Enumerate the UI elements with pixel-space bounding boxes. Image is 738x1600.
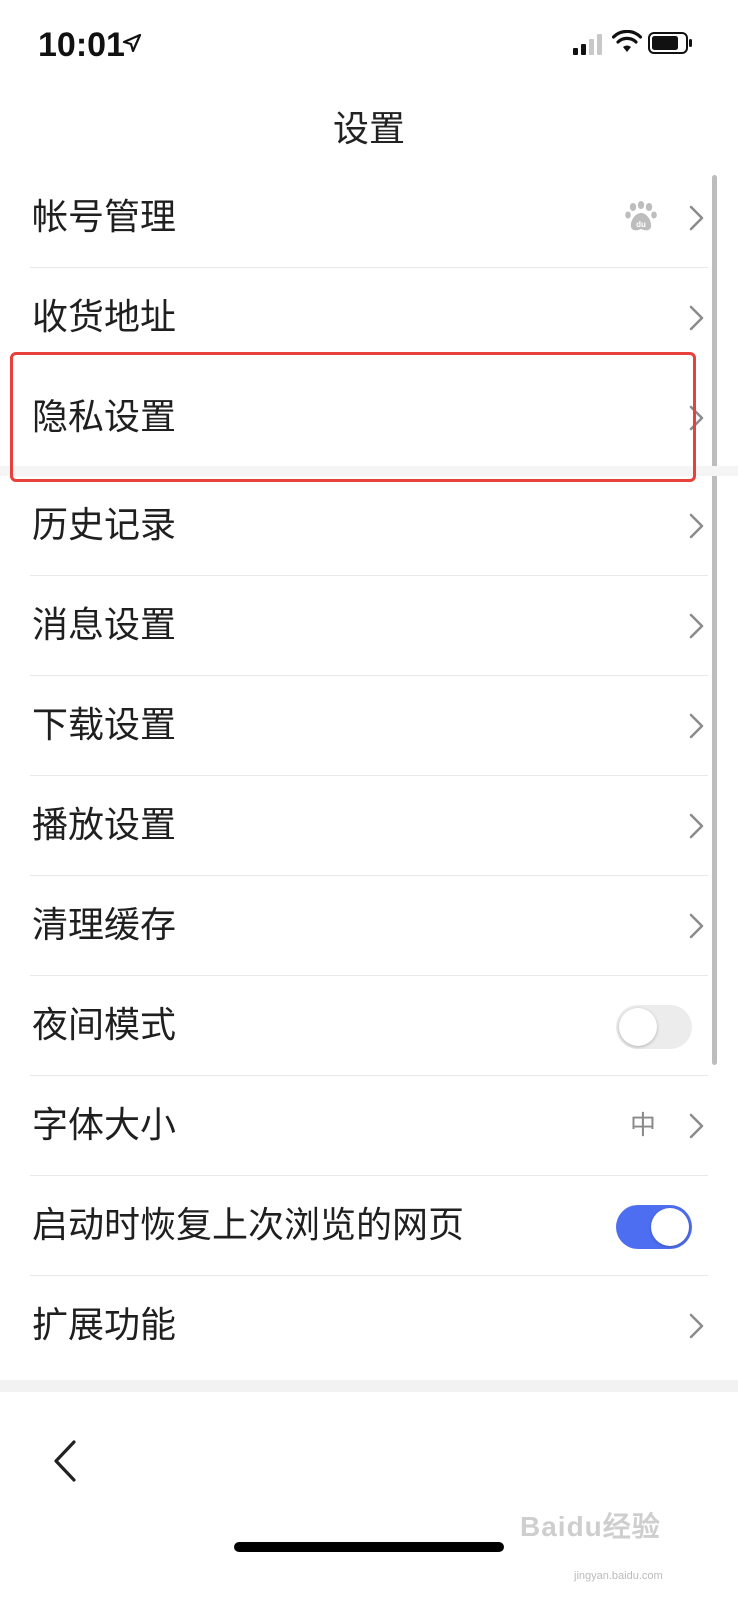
chevron-right-icon	[689, 613, 704, 639]
settings-item-night-mode: 夜间模式	[0, 976, 738, 1076]
battery-icon	[648, 32, 692, 54]
settings-item-download[interactable]: 下载设置	[0, 676, 738, 776]
chevron-right-icon	[689, 913, 704, 939]
wifi-icon	[612, 30, 642, 52]
bottom-toolbar	[0, 1392, 738, 1600]
back-chevron-icon[interactable]	[44, 1436, 84, 1486]
settings-item-label: 字体大小	[32, 1105, 177, 1146]
restore-pages-toggle[interactable]	[616, 1205, 692, 1249]
settings-item-label: 下载设置	[32, 705, 177, 746]
settings-item-restore-pages: 启动时恢复上次浏览的网页	[0, 1176, 738, 1276]
chevron-right-icon	[689, 205, 704, 231]
settings-item-label: 消息设置	[32, 605, 177, 646]
cellular-signal-icon	[573, 34, 602, 55]
settings-item-label: 收货地址	[32, 297, 177, 338]
baidu-paw-icon: du	[625, 201, 657, 231]
toggle-knob	[619, 1008, 657, 1046]
chevron-right-icon	[689, 1313, 704, 1339]
chevron-right-icon	[689, 813, 704, 839]
section-gap	[0, 466, 738, 476]
settings-item-history[interactable]: 历史记录	[0, 476, 738, 576]
page-title: 设置	[332, 109, 405, 150]
location-arrow-icon	[122, 33, 142, 53]
font-size-value: 中	[629, 1111, 656, 1141]
status-time: 10:01	[38, 26, 125, 64]
settings-item-privacy[interactable]: 隐私设置	[0, 368, 738, 468]
home-indicator[interactable]	[234, 1542, 504, 1552]
settings-item-label: 历史记录	[32, 505, 177, 546]
settings-item-label: 播放设置	[32, 805, 177, 846]
settings-item-cache[interactable]: 清理缓存	[0, 876, 738, 976]
chevron-right-icon	[689, 1113, 704, 1139]
settings-item-label: 夜间模式	[32, 1005, 177, 1046]
settings-item-message[interactable]: 消息设置	[0, 576, 738, 676]
settings-item-label: 隐私设置	[32, 397, 177, 438]
night-mode-toggle[interactable]	[616, 1005, 692, 1049]
chevron-right-icon	[689, 405, 704, 431]
toggle-knob	[651, 1208, 689, 1246]
settings-item-address[interactable]: 收货地址	[0, 268, 738, 368]
chevron-right-icon	[689, 305, 704, 331]
settings-item-account[interactable]: 帐号管理 du	[0, 168, 738, 268]
bottom-separator	[0, 1380, 738, 1392]
chevron-right-icon	[689, 513, 704, 539]
settings-item-font-size[interactable]: 字体大小 中	[0, 1076, 738, 1176]
watermark-url: jingyan.baidu.com	[574, 1570, 663, 1582]
settings-item-label: 帐号管理	[32, 197, 177, 238]
chevron-right-icon	[689, 713, 704, 739]
settings-item-label: 清理缓存	[32, 905, 177, 946]
settings-item-extensions[interactable]: 扩展功能	[0, 1276, 738, 1376]
settings-item-label: 扩展功能	[32, 1305, 177, 1346]
settings-item-label: 启动时恢复上次浏览的网页	[32, 1205, 465, 1246]
svg-text:du: du	[636, 220, 646, 229]
watermark-logo: Baidu经验	[520, 1511, 661, 1542]
status-bar: 10:01	[0, 0, 738, 90]
settings-item-playback[interactable]: 播放设置	[0, 776, 738, 876]
